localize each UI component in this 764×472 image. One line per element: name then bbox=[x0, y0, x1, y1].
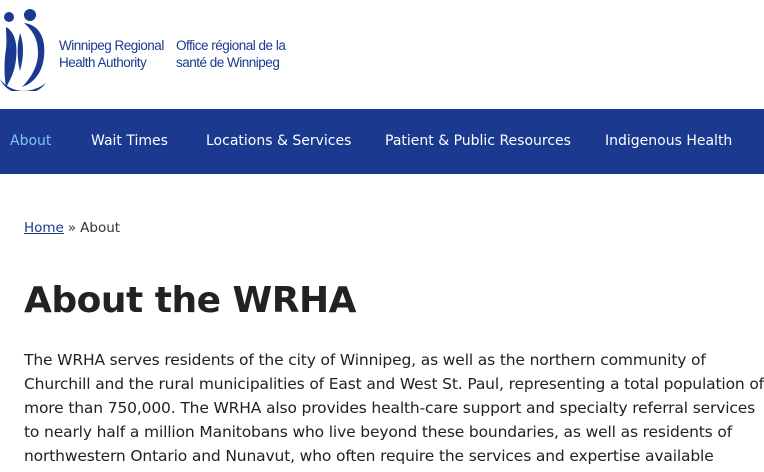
wrha-people-logo-icon bbox=[0, 9, 46, 91]
logo-en-line1: Winnipeg Regional bbox=[59, 38, 164, 53]
breadcrumb-home-link[interactable]: Home bbox=[24, 220, 64, 236]
logo-fr-line2: santé de Winnipeg bbox=[176, 55, 280, 70]
nav-item-indigenous-health[interactable]: Indigenous Health bbox=[605, 109, 732, 174]
breadcrumb: Home» About bbox=[24, 220, 120, 236]
main-navigation: About Wait Times Locations & Services Pa… bbox=[0, 109, 764, 174]
page-title: About the WRHA bbox=[24, 280, 356, 321]
site-logo[interactable]: Winnipeg Regional Health Authority Offic… bbox=[0, 9, 300, 91]
logo-fr-line1: Office régional de la bbox=[176, 38, 286, 53]
nav-item-wait-times[interactable]: Wait Times bbox=[91, 109, 168, 174]
site-header: Winnipeg Regional Health Authority Offic… bbox=[0, 0, 764, 109]
nav-item-about[interactable]: About bbox=[10, 109, 51, 174]
logo-text-french: Office régional de la santé de Winnipeg bbox=[176, 37, 286, 71]
breadcrumb-separator: » bbox=[67, 220, 77, 236]
nav-item-patient-public-resources[interactable]: Patient & Public Resources bbox=[385, 109, 571, 174]
breadcrumb-current: About bbox=[80, 220, 121, 236]
logo-en-line2: Health Authority bbox=[59, 55, 147, 70]
intro-paragraph: The WRHA serves residents of the city of… bbox=[24, 351, 764, 472]
nav-item-locations-services[interactable]: Locations & Services bbox=[206, 109, 351, 174]
logo-text-english: Winnipeg Regional Health Authority bbox=[59, 37, 164, 71]
